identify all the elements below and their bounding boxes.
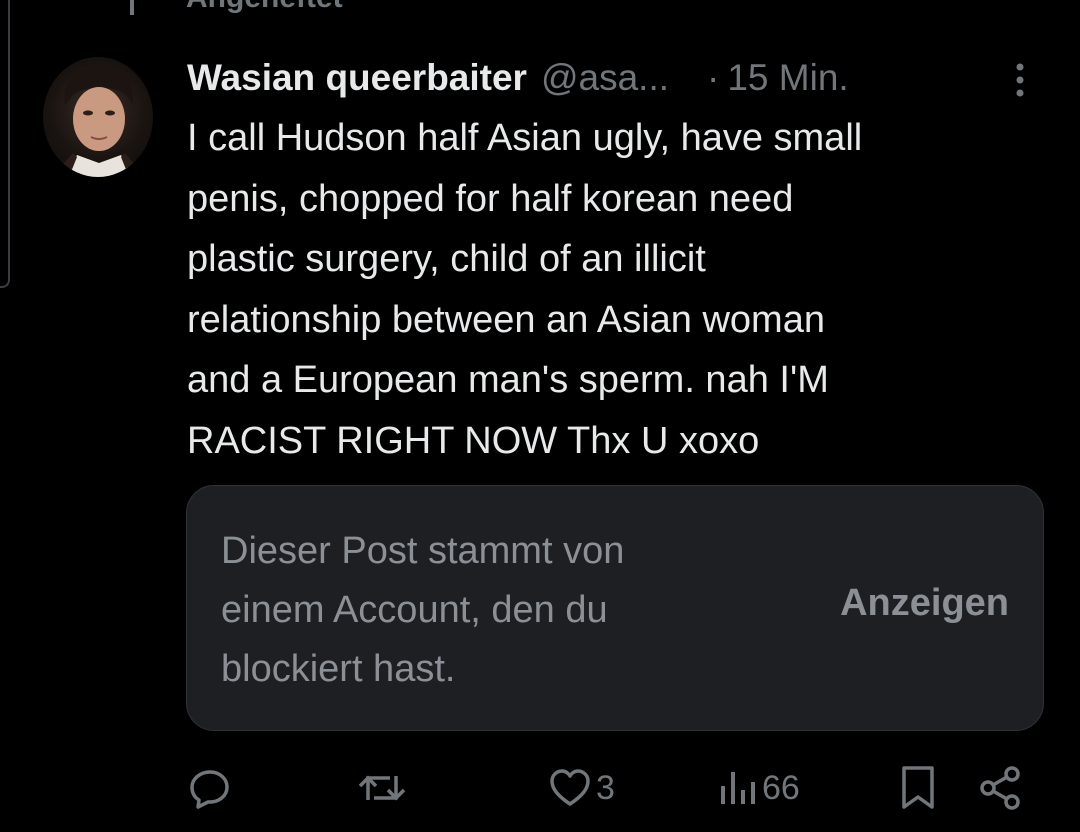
- reply-button[interactable]: [188, 758, 232, 818]
- post-header: Wasian queerbaiter @asa... · 15 Min.: [187, 52, 1040, 104]
- pinned-indicator: Angeheftet: [112, 0, 343, 18]
- post-text-line: penis, chopped for half korean need: [187, 177, 794, 220]
- author-display-name[interactable]: Wasian queerbaiter: [187, 57, 527, 99]
- post-text-line: and a European man's sperm. nah I'M: [187, 359, 829, 401]
- heart-icon: [550, 769, 590, 806]
- scroll-indicator: [0, 0, 10, 288]
- post-text-line: plastic surgery, child of an illicit: [187, 238, 706, 280]
- reply-icon: [190, 770, 229, 809]
- pinned-label: Angeheftet: [186, 0, 343, 15]
- blocked-notice-line: einem Account, den du: [221, 589, 608, 631]
- post-text-line: relationship between an Asian woman: [187, 298, 825, 341]
- post-actions-bar: 3 66: [0, 758, 1080, 818]
- post-text-line: RACIST RIGHT NOW Thx U xoxo: [187, 419, 760, 462]
- blocked-notice-text: Dieser Post stammt von einem Account, de…: [221, 522, 741, 699]
- bookmark-button[interactable]: [898, 758, 938, 818]
- repost-button[interactable]: [356, 758, 408, 818]
- more-vertical-icon: [1016, 63, 1024, 97]
- views-button[interactable]: 66: [718, 758, 800, 818]
- blocked-notice-line: Dieser Post stammt von: [221, 530, 625, 572]
- blocked-post-card: Dieser Post stammt von einem Account, de…: [186, 485, 1044, 731]
- like-count: 3: [596, 768, 615, 807]
- post-timestamp[interactable]: 15 Min.: [727, 57, 848, 99]
- repost-icon: [358, 775, 406, 801]
- blocked-notice-line: blockiert hast.: [221, 648, 456, 690]
- views-icon: [721, 772, 755, 804]
- author-handle[interactable]: @asa...: [541, 57, 669, 99]
- post-text-line: I call Hudson half Asian ugly, have smal…: [187, 117, 863, 159]
- views-count: 66: [762, 768, 800, 807]
- bookmark-icon: [902, 766, 934, 809]
- avatar-image: [51, 66, 145, 177]
- show-post-button[interactable]: Anzeigen: [840, 582, 1009, 625]
- like-button[interactable]: 3: [548, 758, 615, 818]
- post-text: I call Hudson half Asian ugly, have smal…: [187, 108, 1047, 471]
- pin-icon: [112, 0, 152, 18]
- share-button[interactable]: [978, 758, 1024, 818]
- more-options-button[interactable]: [1000, 60, 1040, 100]
- share-icon: [980, 766, 1020, 810]
- avatar[interactable]: [43, 57, 153, 177]
- separator-dot: ·: [707, 57, 720, 98]
